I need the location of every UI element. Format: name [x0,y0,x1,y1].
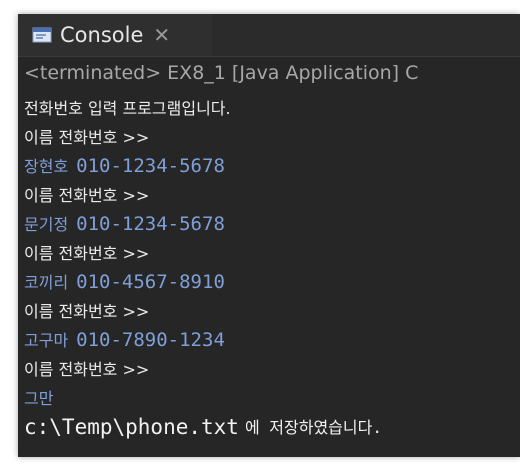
prompt-line: 이름 전화번호 >> [24,123,520,152]
output-line: 전화번호 입력 프로그램입니다. [24,94,520,123]
input-line: 문기정 010-1234-5678 [24,210,520,239]
prompt-text: 이름 전화번호 >> [24,302,150,321]
prompt-line: 이름 전화번호 >> [24,239,520,268]
result-message: 에 저장하였습니다. [244,418,382,437]
input-name: 그만 [24,389,54,408]
input-line: 코끼리 010-4567-8910 [24,268,520,297]
file-path: c:\Temp\phone.txt [24,415,239,439]
input-name: 코끼리 [24,273,69,292]
input-line: 그만 [24,384,520,413]
prompt-text: 이름 전화번호 >> [24,128,150,147]
console-window: Console ✕ <terminated> EX8_1 [Java Appli… [18,14,520,457]
prompt-line: 이름 전화번호 >> [24,181,520,210]
prompt-line: 이름 전화번호 >> [24,355,520,384]
output-text: 전화번호 입력 프로그램입니다. [24,99,231,118]
input-number: 010-7890-1234 [76,329,225,351]
input-number: 010-1234-5678 [76,155,225,177]
prompt-text: 이름 전화번호 >> [24,186,150,205]
tab-console[interactable]: Console ✕ [18,14,212,56]
prompt-text: 이름 전화번호 >> [24,360,150,379]
input-line: 고구마 010-7890-1234 [24,326,520,355]
tab-console-label: Console [60,23,144,47]
tab-bar: Console ✕ [18,14,520,57]
input-name: 고구마 [24,331,69,350]
result-line: c:\Temp\phone.txt 에 저장하였습니다. [24,413,520,442]
input-name: 문기정 [24,215,69,234]
input-name: 장현호 [24,157,69,176]
input-number: 010-4567-8910 [76,271,225,293]
console-output[interactable]: 전화번호 입력 프로그램입니다. 이름 전화번호 >> 장현호 010-1234… [24,94,520,442]
prompt-text: 이름 전화번호 >> [24,244,150,263]
console-icon [32,27,52,43]
input-line: 장현호 010-1234-5678 [24,152,520,181]
process-status: <terminated> EX8_1 [Java Application] C [24,62,419,84]
input-number: 010-1234-5678 [76,213,225,235]
close-icon[interactable]: ✕ [153,25,170,45]
prompt-line: 이름 전화번호 >> [24,297,520,326]
